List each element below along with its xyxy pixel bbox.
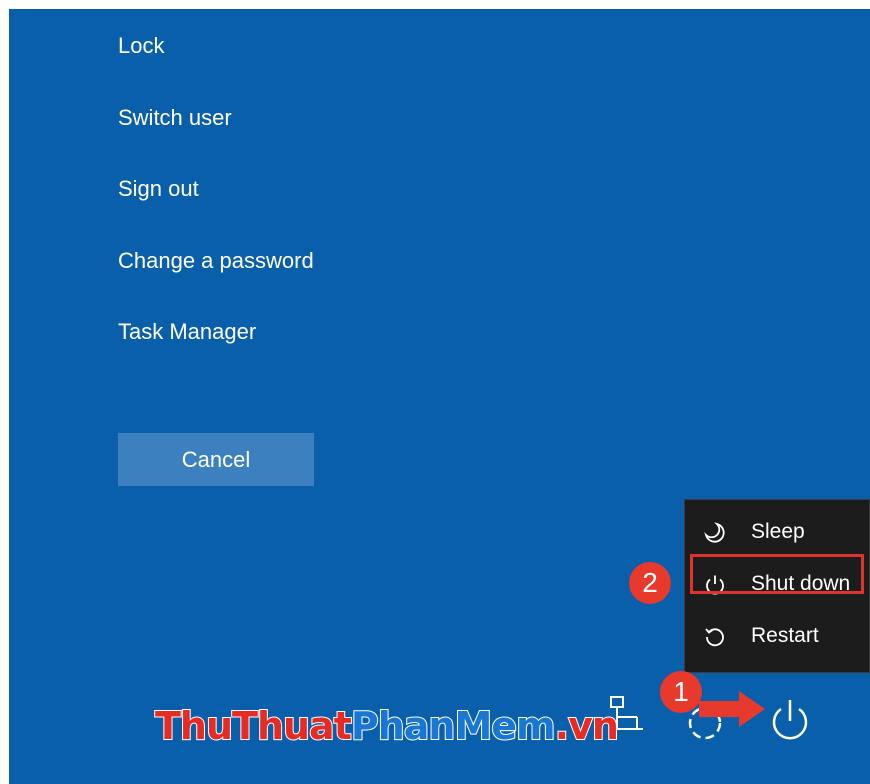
cancel-button[interactable]: Cancel (118, 433, 314, 486)
shut-down-label: Shut down (751, 572, 851, 595)
restart-option[interactable]: Restart (685, 616, 870, 656)
moon-icon (704, 522, 725, 543)
arrow-icon (699, 691, 765, 727)
power-menu: Sleep Shut down Restart (684, 499, 870, 673)
watermark-part-2: PhanMem (350, 703, 557, 749)
watermark-part-3: .vn (554, 703, 620, 749)
watermark-logo: ThuThuatPhanMem.vn (154, 703, 620, 749)
task-manager-option[interactable]: Task Manager (118, 318, 256, 346)
power-icon (706, 575, 724, 595)
sleep-option[interactable]: Sleep (685, 512, 870, 552)
lock-option[interactable]: Lock (118, 32, 164, 60)
restart-icon (705, 628, 724, 647)
lock-screen-options: Lock Switch user Sign out Change a passw… (9, 9, 870, 784)
sleep-label: Sleep (751, 520, 805, 543)
watermark-part-1: ThuThuat (154, 703, 353, 749)
sign-out-option[interactable]: Sign out (118, 175, 199, 203)
switch-user-option[interactable]: Switch user (118, 104, 232, 132)
restart-label: Restart (751, 624, 819, 647)
shut-down-option[interactable]: Shut down (685, 564, 870, 604)
power-icon[interactable] (767, 697, 813, 745)
step-1-badge: 1 (660, 671, 702, 713)
step-2-badge: 2 (629, 562, 671, 604)
change-password-option[interactable]: Change a password (118, 247, 314, 275)
